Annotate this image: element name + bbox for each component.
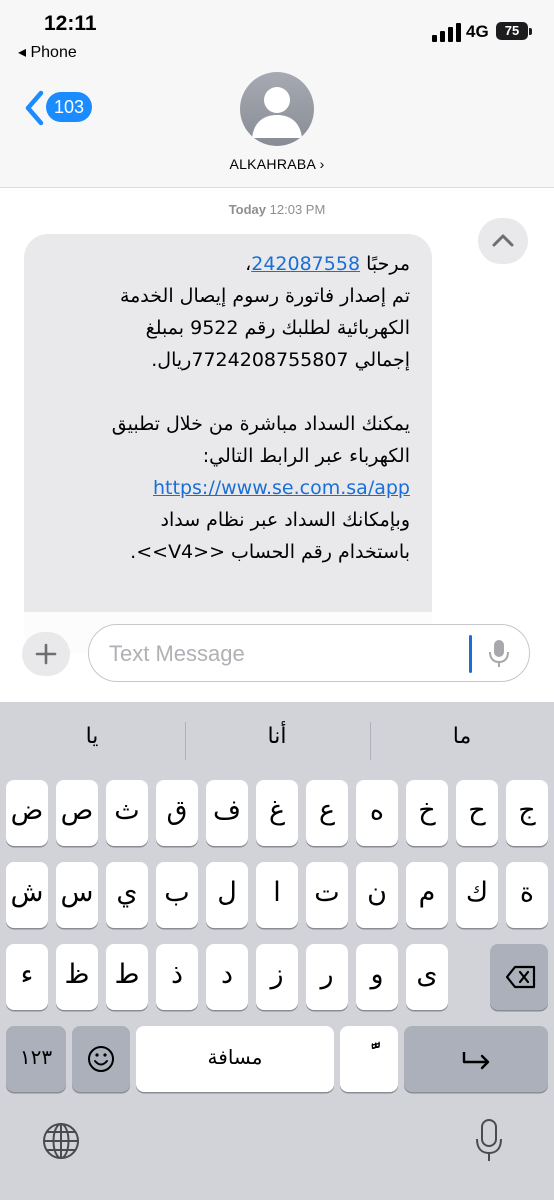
key[interactable]: ك bbox=[456, 862, 498, 928]
dictation-mic-icon[interactable] bbox=[474, 1118, 504, 1164]
suggestion-1[interactable]: يا bbox=[0, 724, 184, 749]
timestamp-time: 12:03 PM bbox=[266, 202, 326, 217]
battery-tip bbox=[529, 28, 532, 35]
network-type: 4G bbox=[466, 22, 489, 41]
battery-icon: 75 bbox=[496, 22, 528, 40]
key[interactable]: ى bbox=[406, 944, 448, 1010]
back-to-app-link[interactable]: ◂ Phone bbox=[18, 42, 77, 62]
message-line-2: تم إصدار فاتورة رسوم إيصال الخدمة bbox=[119, 285, 410, 307]
key[interactable]: ل bbox=[206, 862, 248, 928]
message-line-9: باستخدام رقم الحساب <<V4>>. bbox=[130, 541, 410, 563]
message-input-placeholder: Text Message bbox=[109, 641, 245, 666]
backspace-icon bbox=[505, 965, 536, 989]
message-line-1: مرحبًا 242087558، bbox=[46, 248, 410, 280]
message-line-6: الكهرباء عبر الرابط التالي: bbox=[202, 445, 410, 467]
apps-plus-button[interactable] bbox=[22, 632, 70, 676]
plus-icon bbox=[35, 643, 57, 665]
key[interactable]: ظ bbox=[56, 944, 98, 1010]
key[interactable]: ة bbox=[506, 862, 548, 928]
cellular-signal-icon bbox=[432, 23, 461, 42]
chevron-up-icon bbox=[492, 234, 514, 247]
key[interactable]: ز bbox=[256, 944, 298, 1010]
compose-bar: Text Message bbox=[0, 612, 554, 702]
message-line-8: وبإمكانك السداد عبر نظام سداد bbox=[160, 509, 410, 531]
message-line-3: الكهربائية لطلبك رقم 9522 بمبلغ bbox=[145, 317, 410, 339]
key[interactable]: خ bbox=[406, 780, 448, 846]
message-input[interactable]: Text Message bbox=[88, 624, 530, 682]
key[interactable]: ص bbox=[56, 780, 98, 846]
key[interactable]: ف bbox=[206, 780, 248, 846]
dictation-mic-icon[interactable] bbox=[487, 639, 511, 669]
conversation-header: 103 ALKAHRABA › bbox=[0, 70, 554, 188]
key[interactable]: غ bbox=[256, 780, 298, 846]
key[interactable]: ذ bbox=[156, 944, 198, 1010]
space-key[interactable]: مسافة bbox=[136, 1026, 334, 1092]
back-chevron-icon[interactable] bbox=[22, 88, 48, 128]
numbers-key[interactable]: ١٢٣ bbox=[6, 1026, 66, 1092]
message-timestamp: Today 12:03 PM bbox=[0, 202, 554, 217]
key[interactable]: د bbox=[206, 944, 248, 1010]
key[interactable]: ا bbox=[256, 862, 298, 928]
key[interactable]: ه bbox=[356, 780, 398, 846]
contact-avatar[interactable] bbox=[240, 72, 314, 146]
status-time: 12:11 bbox=[44, 12, 97, 35]
key[interactable]: ث bbox=[106, 780, 148, 846]
key[interactable]: ق bbox=[156, 780, 198, 846]
emoji-key[interactable] bbox=[72, 1026, 130, 1092]
person-silhouette-icon bbox=[252, 87, 302, 138]
diacritics-key[interactable]: ًّ bbox=[340, 1026, 398, 1092]
suggestion-bar: يا أنا ما bbox=[0, 702, 554, 780]
key[interactable]: م bbox=[406, 862, 448, 928]
key[interactable]: ت bbox=[306, 862, 348, 928]
message-line-7: https://www.se.com.sa/app bbox=[46, 472, 410, 504]
text-cursor bbox=[469, 635, 472, 673]
emoji-smiley-icon bbox=[88, 1046, 114, 1072]
key[interactable]: ش bbox=[6, 862, 48, 928]
key[interactable]: ع bbox=[306, 780, 348, 846]
return-key[interactable] bbox=[404, 1026, 548, 1092]
key[interactable]: ي bbox=[106, 862, 148, 928]
collapse-message-button[interactable] bbox=[478, 218, 528, 264]
key[interactable]: ج bbox=[506, 780, 548, 846]
message-line-4: إجمالي 7724208755807ريال. bbox=[151, 349, 410, 371]
timestamp-day: Today bbox=[228, 202, 267, 217]
status-bar: 12:11 ◂ Phone 4G 75 bbox=[0, 0, 554, 70]
message-line-5: يمكنك السداد مباشرة من خلال تطبيق bbox=[111, 413, 410, 435]
key[interactable]: ض bbox=[6, 780, 48, 846]
key[interactable]: ء bbox=[6, 944, 48, 1010]
message-bubble[interactable]: مرحبًا 242087558، تم إصدار فاتورة رسوم إ… bbox=[24, 234, 432, 654]
payment-url-link[interactable]: https://www.se.com.sa/app bbox=[153, 477, 410, 499]
greeting-text: مرحبًا bbox=[360, 253, 410, 275]
delete-key[interactable] bbox=[490, 944, 548, 1010]
key[interactable]: ن bbox=[356, 862, 398, 928]
key[interactable]: ر bbox=[306, 944, 348, 1010]
key[interactable]: ط bbox=[106, 944, 148, 1010]
suggestion-3[interactable]: ما bbox=[370, 724, 554, 749]
key[interactable]: و bbox=[356, 944, 398, 1010]
key[interactable]: س bbox=[56, 862, 98, 928]
key[interactable]: ب bbox=[156, 862, 198, 928]
return-arrow-icon bbox=[462, 1052, 490, 1070]
contact-name[interactable]: ALKAHRABA › bbox=[0, 156, 554, 172]
unread-count-badge[interactable]: 103 bbox=[46, 92, 93, 122]
key[interactable]: ح bbox=[456, 780, 498, 846]
suggestion-2[interactable]: أنا bbox=[185, 724, 369, 749]
keyboard: يا أنا ما ض ص ث ق ف غ ع ه خ ح ج ش س ي ب … bbox=[0, 702, 554, 1200]
account-number-link[interactable]: 242087558 bbox=[251, 253, 360, 275]
globe-icon[interactable] bbox=[40, 1120, 82, 1162]
